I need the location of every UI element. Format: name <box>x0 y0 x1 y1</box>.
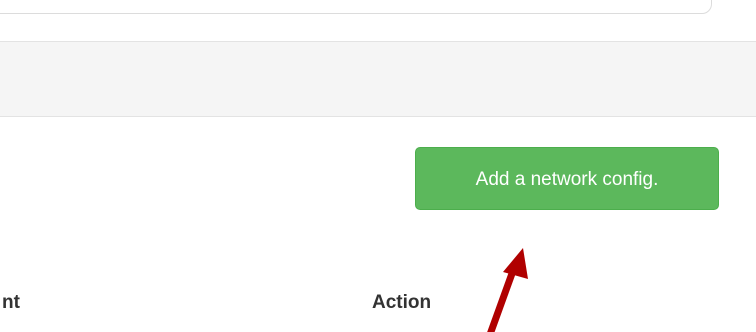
column-header-action: Action <box>372 292 432 313</box>
column-header-partial: nt <box>2 292 20 313</box>
panel-box <box>0 0 712 14</box>
add-network-config-button[interactable]: Add a network config. <box>415 147 719 210</box>
page: Add a network config. nt Action <box>0 0 756 332</box>
filter-bar <box>0 41 756 117</box>
